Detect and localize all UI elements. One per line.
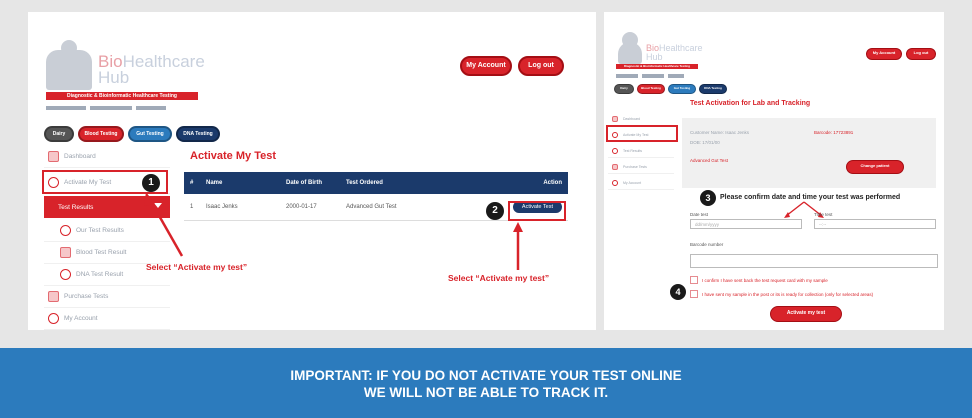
important-notice-banner: IMPORTANT: IF YOU DO NOT ACTIVATE YOUR T…	[0, 348, 972, 418]
instruction-select-sidebar: Select “Activate my test”	[146, 262, 248, 272]
notice-line-1: IMPORTANT: IF YOU DO NOT ACTIVATE YOUR T…	[290, 368, 682, 383]
sample-sent-checkbox[interactable]	[690, 290, 698, 298]
left-screenshot-panel: BioHealthcare Hub Diagnostic & Bioinform…	[28, 12, 596, 330]
instruction-select-button: Select “Activate my test”	[448, 273, 550, 283]
time-label: Time test	[814, 212, 833, 217]
activate-my-test-button[interactable]: Activate my test	[770, 306, 842, 322]
barcode-input[interactable]	[690, 254, 938, 268]
step-badge-4: 4	[670, 284, 686, 300]
time-input[interactable]: --:--	[814, 219, 936, 229]
notice-line-2: WE WILL NOT BE ABLE TO TRACK IT.	[363, 385, 609, 400]
date-input[interactable]: dd/mm/yyyy	[690, 219, 802, 229]
right-screenshot-panel: BioHealthcare Hub Diagnostic & Bioinform…	[604, 12, 944, 330]
confirm-card-label: I confirm I have sent back the test requ…	[702, 278, 828, 283]
barcode-label: Barcode number	[690, 242, 724, 247]
date-label: Date test	[690, 212, 709, 217]
sample-sent-label: I have sent my sample in the post or its…	[702, 292, 874, 297]
confirm-card-checkbox[interactable]	[690, 276, 698, 284]
